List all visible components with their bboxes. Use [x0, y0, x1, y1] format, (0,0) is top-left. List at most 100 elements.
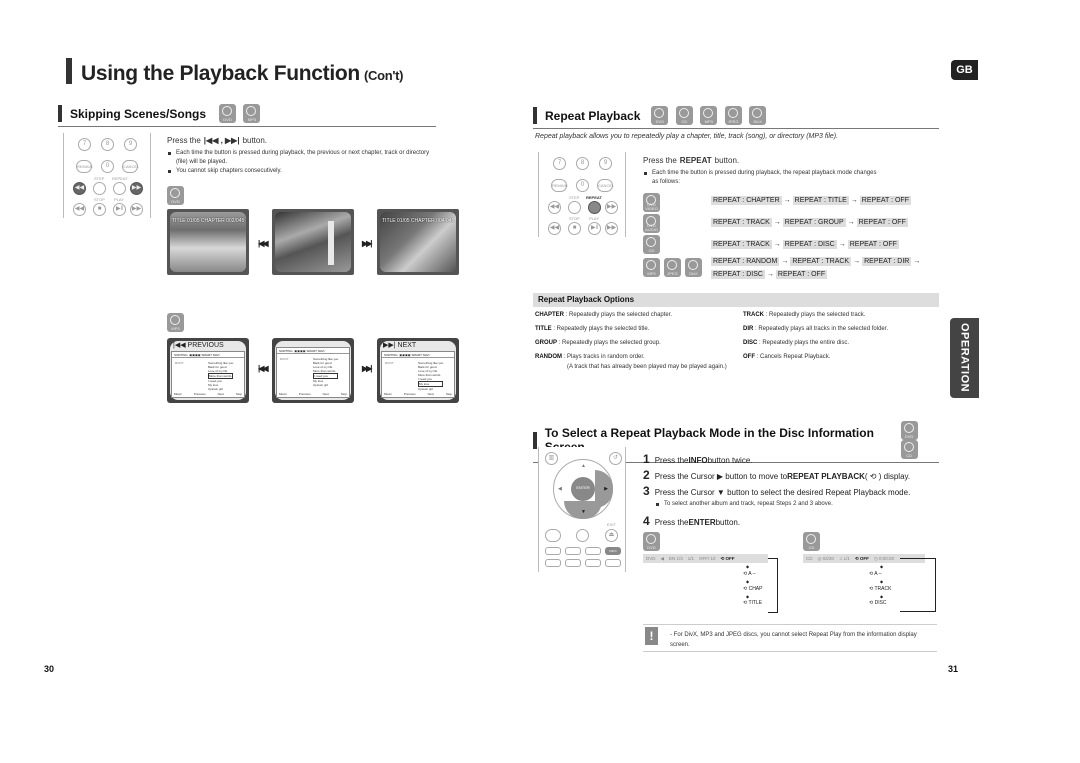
arrow-down-icon: ◆: [746, 594, 750, 599]
cactus-shape: [328, 221, 334, 265]
jpeg-disc-icon: JPEG: [724, 106, 742, 125]
repeat-section-title: Repeat Playback: [545, 108, 641, 123]
screen-heading: ▶▶| NEXT: [383, 342, 417, 349]
skip-bullets: Each time the button is pressed during p…: [167, 149, 437, 176]
option-item: TITLE : Repeatedly plays the selected ti…: [535, 326, 650, 332]
remote-label-step: STEP: [94, 176, 105, 181]
page-title: Using the Playback Function (Con't): [66, 54, 404, 86]
remote-key-7: 7: [78, 138, 91, 151]
dvd-screen-next: TITLE 01/05 CHAPTER 004/045: [377, 209, 459, 275]
menu-topbar: SORTING ▣▣▣▣ SMART NAVI: [172, 352, 244, 358]
mp3-menu-box: SORTING ▣▣▣▣ SMART NAVI ROOT Something l…: [276, 347, 350, 398]
title-bar-decoration: [66, 58, 72, 84]
remote-stop-icon: ■: [568, 222, 581, 235]
remote-skip-prev-icon: ◀◀: [548, 201, 561, 214]
arrow-down-icon: ◆: [880, 594, 884, 599]
cd-disc-icon: CD: [675, 106, 693, 125]
repeat-mode-option: ⟲ A –: [869, 571, 882, 577]
mp3-disc-icon: MP3: [167, 313, 184, 332]
remote-step-button: [568, 201, 581, 214]
dvd-video-disc-icon: DVD VIDEO: [643, 193, 660, 212]
menu-root: ROOT: [175, 361, 184, 365]
osd-item: DVD: [646, 556, 656, 561]
repeat-sequence-mp3-jpeg-divx: REPEAT : RANDOM → REPEAT : TRACK → REPEAT …: [711, 257, 920, 266]
remote-key: [585, 559, 601, 567]
step-3-note: To select another album and track, repea…: [655, 500, 915, 509]
cursor-right-icon: ▶: [604, 486, 608, 492]
menu-footer: Music Previous Next Stop: [279, 392, 347, 396]
osd-repeat-selected: ⟲ OFF: [854, 555, 869, 561]
dvd-screen-current: [272, 209, 354, 275]
step-3: 3 Press the Cursor ▼ button to select the…: [643, 484, 911, 498]
remote-ffwd-icon: ▶▶: [605, 222, 618, 235]
remote-key-cancel: CANCEL: [122, 160, 139, 173]
repeat-bullets: Each time the button is pressed during p…: [643, 169, 883, 187]
remote-key-8: 8: [576, 157, 589, 170]
repeat-mode: REPEAT : OFF: [847, 240, 899, 249]
remote-label-play: PLAY: [589, 216, 599, 221]
menu-track-list: Something like you Back for good Love of m…: [418, 361, 444, 391]
remote-key: [545, 559, 561, 567]
repeat-mode-option: ⟲ A –: [743, 571, 756, 577]
remote-skip-next-icon: ▶▶: [130, 182, 143, 195]
divx-disc-icon: DivX: [685, 258, 702, 277]
menu-footer: Music Previous Next Stop: [384, 392, 452, 396]
remote-key: [565, 547, 581, 555]
remote-dpad: ▲ ◀ ▶ ▼ ENTER: [553, 459, 613, 519]
repeat-sequence-mp3-jpeg-divx-cont: REPEAT : DISC → REPEAT : OFF: [711, 270, 828, 279]
remote-key: [565, 559, 581, 567]
repeat-mode: REPEAT : TRACK: [711, 218, 772, 227]
repeat-mode: REPEAT : DIR: [862, 257, 912, 266]
repeat-instruction-key: REPEAT: [679, 156, 712, 165]
remote-label-repeat: REPEAT: [112, 176, 128, 181]
step-4: 4 Press the ENTER button.: [643, 514, 741, 528]
dvd-info-bar: DVD ◀ EN 1/3 1/1 OFF/ 10 ⟲ OFF: [643, 554, 768, 563]
remote-key-9: 9: [599, 157, 612, 170]
option-item: DISC : Repeatedly plays the entire disc.: [743, 340, 850, 346]
info-button: INFO: [605, 547, 621, 555]
remote-skip-prev-icon: ◀◀: [73, 182, 86, 195]
osd-repeat-selected: ⟲ OFF: [720, 555, 735, 561]
repeat-mode: REPEAT : TRACK: [711, 240, 772, 249]
skip-buttons-glyph: |◀◀ , ▶▶|: [203, 136, 240, 145]
enter-button: ENTER: [571, 477, 595, 501]
option-random-note: (A track that has already been played ma…: [567, 364, 727, 370]
cycle-return-line: [768, 558, 778, 613]
option-item: DIR : Repeatedly plays all tracks in the…: [743, 326, 889, 332]
remote-key-remain: REMAIN: [76, 160, 93, 173]
arrow-down-icon: ◆: [746, 564, 750, 569]
screen-osd: TITLE 01/05 CHAPTER 002/045: [172, 218, 245, 224]
option-item: RANDOM : Plays tracks in random order.: [535, 354, 645, 360]
option-item: GROUP : Repeatedly plays the selected gr…: [535, 340, 661, 346]
note-text: - For DivX, MP3 and JPEG discs, you cann…: [670, 632, 917, 648]
remote-step-button: [93, 182, 106, 195]
remote-key-8: 8: [101, 138, 114, 151]
remote-key: [545, 529, 561, 542]
repeat-instruction-pre: Press the: [643, 156, 677, 165]
dvd-disc-icon: DVD: [900, 421, 918, 440]
menu-root: ROOT: [280, 357, 289, 361]
menu-track-list: Something like you Back for good Love of m…: [208, 361, 234, 391]
remote-label-repeat: REPEAT: [586, 195, 602, 200]
remote-play-pause-icon: ▶‖: [588, 222, 601, 235]
remote-rewind-icon: ◀◀: [73, 203, 86, 216]
language-tab: GB: [951, 60, 978, 80]
arrow-right-icon: →: [766, 271, 774, 278]
cd-disc-icon: CD: [803, 532, 820, 551]
step-3-bullet: To select another album and track, repea…: [655, 500, 915, 509]
repeat-intro: Repeat playback allows you to repeatedly…: [535, 133, 839, 140]
operation-side-tab: OPERATION: [950, 318, 979, 398]
repeat-mode: REPEAT : DISC: [782, 240, 837, 249]
repeat-section-heading: Repeat Playback DVD CD MP3 JPEG DivX: [533, 106, 939, 129]
arrow-down-icon: ◆: [746, 579, 750, 584]
dvd-disc-icon: DVD: [167, 186, 184, 205]
arrow-right-icon: →: [913, 258, 921, 265]
remote-repeat-illustration: 7 8 9 REMAIN 0 CANCEL STEP REPEAT ◀◀ ▶▶ …: [538, 152, 626, 237]
repeat-mode-option: ⟲ CHAP: [743, 586, 763, 592]
mp3-screen-next: ▶▶| NEXT SORTING ▣▣▣▣ SMART NAVI ROOT So…: [377, 338, 459, 403]
osd-item: EN 1/3: [668, 556, 683, 561]
page-number-left: 30: [44, 664, 55, 674]
skip-prev-icon: |◀◀: [258, 364, 268, 373]
remote-rewind-icon: ◀◀: [548, 222, 561, 235]
arrow-right-icon: →: [773, 241, 781, 248]
